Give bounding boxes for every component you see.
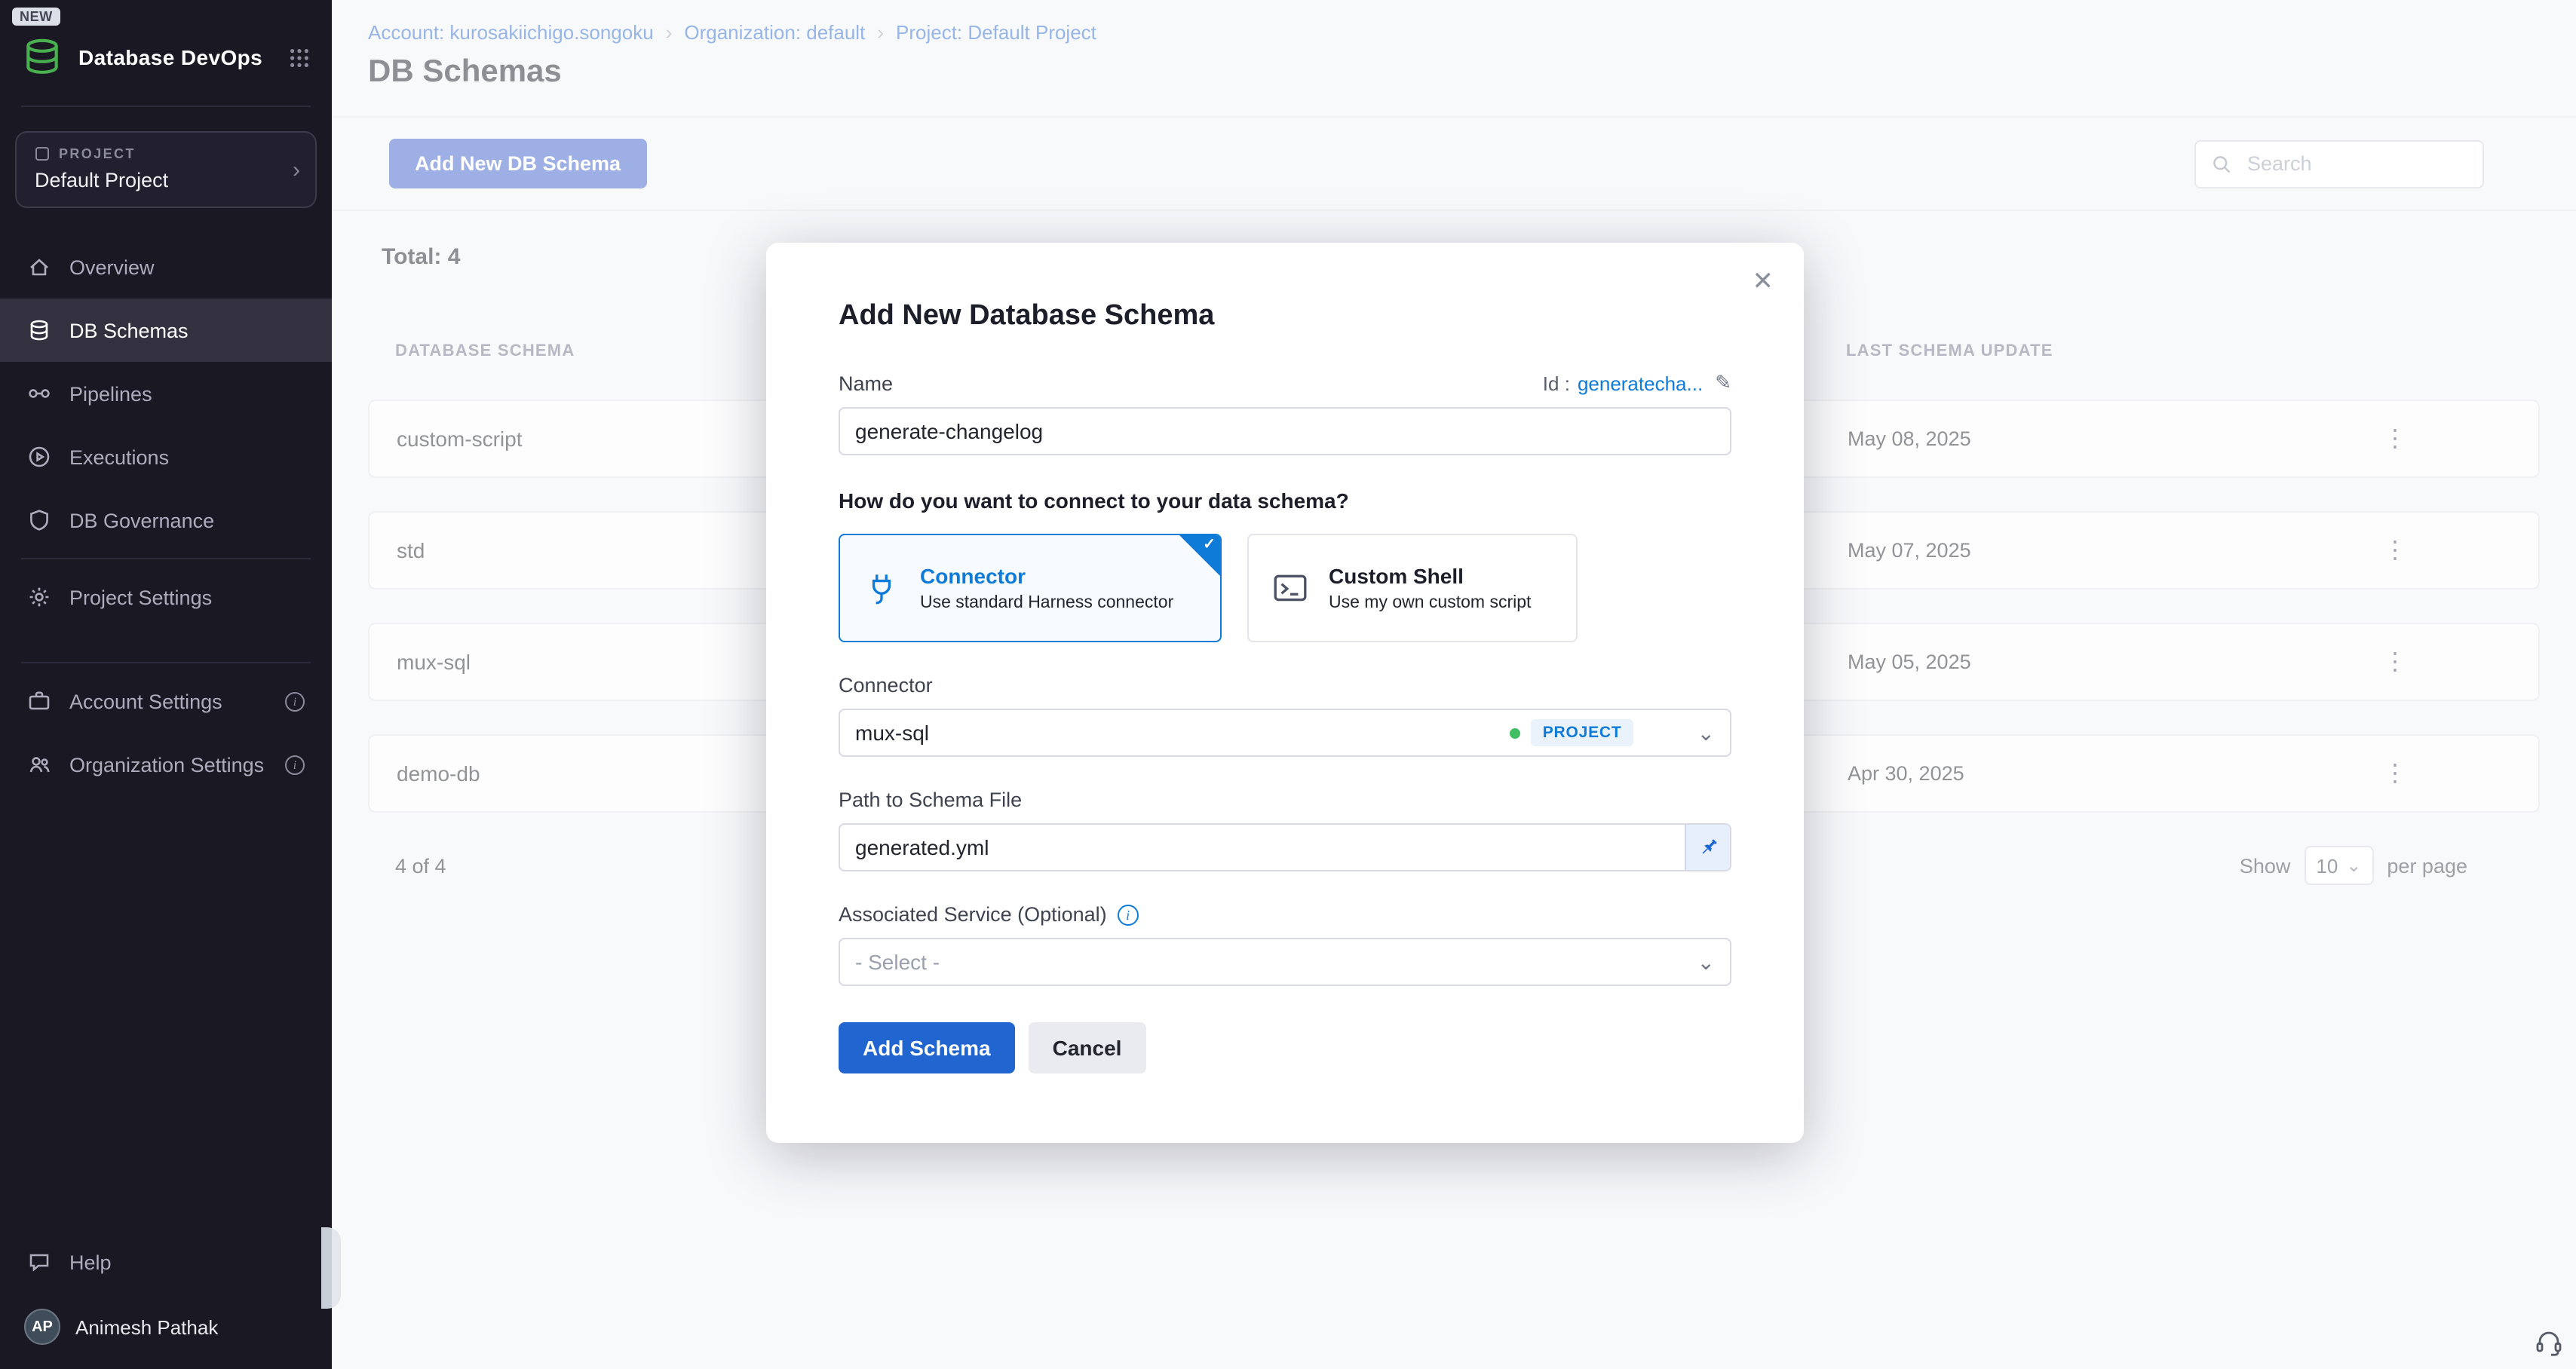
project-eyebrow-label: PROJECT xyxy=(59,146,136,161)
executions-icon xyxy=(27,445,51,469)
option-title: Connector xyxy=(920,564,1173,588)
divider xyxy=(21,558,311,559)
organization-settings-icon xyxy=(27,752,51,776)
connector-select[interactable]: mux-sql PROJECT ⌄ xyxy=(839,709,1731,757)
divider xyxy=(21,106,311,107)
connector-label: Connector xyxy=(839,672,1731,698)
help-chat-icon xyxy=(27,1250,51,1274)
project-name: Default Project xyxy=(35,169,279,191)
add-schema-button[interactable]: Add Schema xyxy=(839,1022,1015,1073)
new-badge: NEW xyxy=(12,8,60,26)
project-eyebrow: PROJECT xyxy=(35,146,279,161)
avatar: AP xyxy=(24,1309,60,1345)
option-subtitle: Use my own custom script xyxy=(1329,594,1531,612)
edit-pencil-icon[interactable]: ✎ xyxy=(1715,371,1731,395)
overview-icon xyxy=(27,255,51,279)
user-name: Animesh Pathak xyxy=(75,1315,218,1338)
path-input[interactable] xyxy=(839,823,1731,871)
sidebar-item-label: Project Settings xyxy=(69,586,212,608)
user-profile[interactable]: AP Animesh Pathak xyxy=(0,1294,332,1357)
close-icon[interactable]: ✕ xyxy=(1753,267,1774,297)
path-field xyxy=(839,823,1731,871)
database-devops-logo-icon xyxy=(21,36,63,78)
support-headset-icon[interactable] xyxy=(2534,1327,2564,1357)
scope-badge: PROJECT xyxy=(1531,719,1634,746)
sidebar-item-db-schemas[interactable]: DB Schemas xyxy=(0,299,332,362)
connection-options: ✓ Connector Use standard Harness connect… xyxy=(839,534,1731,642)
option-custom-shell-card[interactable]: Custom Shell Use my own custom script xyxy=(1247,534,1578,642)
info-icon[interactable]: i xyxy=(285,691,305,711)
chevron-right-icon: › xyxy=(293,157,300,182)
name-label: Name xyxy=(839,372,893,394)
sidebar-item-pipelines[interactable]: Pipelines xyxy=(0,362,332,425)
service-placeholder: - Select - xyxy=(855,950,940,974)
pin-button[interactable] xyxy=(1685,825,1730,870)
schema-name-input[interactable] xyxy=(839,407,1731,455)
service-label-row: Associated Service (Optional) i xyxy=(839,902,1731,927)
status-dot xyxy=(1510,727,1520,738)
connector-plug-icon xyxy=(863,569,900,607)
cancel-button[interactable]: Cancel xyxy=(1029,1022,1146,1073)
id-group: Id : generatecha... ✎ xyxy=(1543,371,1731,395)
sidebar-item-db-governance[interactable]: DB Governance xyxy=(0,488,332,552)
sidebar-item-label: DB Schemas xyxy=(69,319,189,341)
sidebar-item-label: Account Settings xyxy=(69,690,222,712)
chevron-down-icon: ⌄ xyxy=(1697,949,1715,975)
sidebar-item-label: Organization Settings xyxy=(69,753,264,776)
pipelines-icon xyxy=(27,381,51,406)
check-icon: ✓ xyxy=(1203,537,1216,553)
module-grid-icon[interactable] xyxy=(288,46,311,69)
sidebar-item-label: Pipelines xyxy=(69,382,152,405)
sidebar-item-account-settings[interactable]: Account Settings i xyxy=(0,669,332,733)
app-title: Database DevOps xyxy=(78,45,262,69)
sidebar-bottom: Help AP Animesh Pathak xyxy=(0,1230,332,1369)
divider xyxy=(21,662,311,663)
sidebar-item-executions[interactable]: Executions xyxy=(0,425,332,488)
connector-scope-group: PROJECT xyxy=(1510,719,1634,746)
help-button[interactable]: Help xyxy=(0,1230,332,1294)
help-label: Help xyxy=(69,1251,112,1273)
sidebar-item-label: DB Governance xyxy=(69,509,214,531)
service-label: Associated Service (Optional) xyxy=(839,903,1107,926)
terminal-icon xyxy=(1271,569,1309,607)
name-field-row: Name Id : generatecha... ✎ xyxy=(839,369,1731,397)
connect-question: How do you want to connect to your data … xyxy=(839,488,1731,516)
id-prefix: Id : xyxy=(1543,372,1570,394)
sidebar-nav: Overview DB Schemas Pipe xyxy=(0,235,332,552)
sidebar: NEW Database DevOps xyxy=(0,0,332,1369)
modal-title: Add New Database Schema xyxy=(839,243,1731,333)
governance-shield-icon xyxy=(27,508,51,532)
account-settings-icon xyxy=(27,689,51,713)
gear-icon xyxy=(27,585,51,609)
project-icon xyxy=(35,146,50,161)
option-subtitle: Use standard Harness connector xyxy=(920,594,1173,612)
option-connector-card[interactable]: ✓ Connector Use standard Harness connect… xyxy=(839,534,1222,642)
chevron-down-icon: ⌄ xyxy=(1697,720,1715,746)
db-schemas-icon xyxy=(27,318,51,342)
sidebar-item-label: Executions xyxy=(69,446,169,468)
info-icon[interactable]: i xyxy=(285,755,305,774)
path-label: Path to Schema File xyxy=(839,787,1731,813)
add-schema-modal: ✕ Add New Database Schema Name Id : gene… xyxy=(766,243,1804,1143)
sidebar-item-overview[interactable]: Overview xyxy=(0,235,332,299)
service-select[interactable]: - Select - ⌄ xyxy=(839,938,1731,986)
sidebar-item-label: Overview xyxy=(69,256,155,278)
id-value-link[interactable]: generatecha... xyxy=(1578,372,1703,394)
sidebar-item-project-settings[interactable]: Project Settings xyxy=(0,565,332,629)
option-title: Custom Shell xyxy=(1329,564,1531,588)
info-icon[interactable]: i xyxy=(1118,904,1139,925)
app: NEW Database DevOps xyxy=(0,0,2576,1369)
project-selector[interactable]: PROJECT Default Project › xyxy=(15,131,317,208)
sidebar-item-organization-settings[interactable]: Organization Settings i xyxy=(0,733,332,796)
modal-actions: Add Schema Cancel xyxy=(839,1022,1731,1073)
connector-value: mux-sql xyxy=(855,721,929,745)
